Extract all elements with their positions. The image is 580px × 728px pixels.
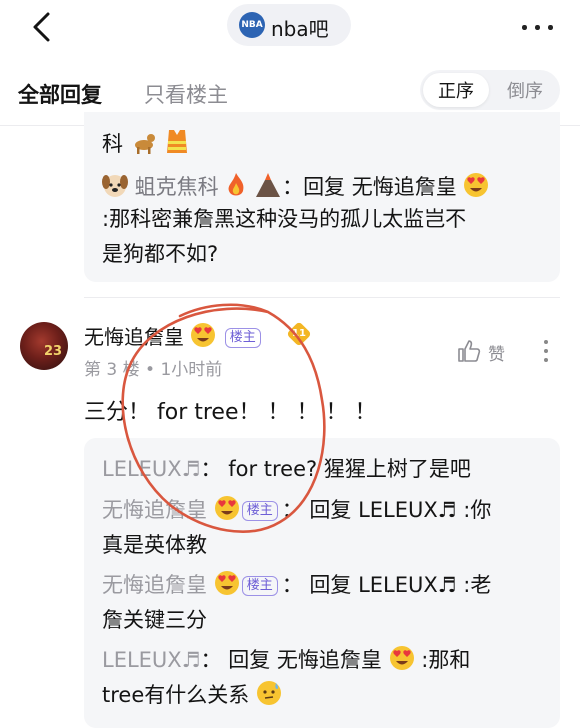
owner-badge: 楼主 bbox=[241, 576, 278, 596]
heart-eyes-emoji-icon bbox=[214, 571, 239, 595]
post-author[interactable]: 无悔追詹皇 楼主 bbox=[84, 321, 265, 350]
fire-emoji-icon bbox=[228, 173, 244, 196]
post-divider bbox=[84, 297, 560, 298]
reply-line[interactable]: 蛆克焦科 ：回复 无悔追詹皇 bbox=[102, 171, 489, 203]
forum-title-button[interactable]: NBA nba吧 bbox=[227, 4, 351, 46]
reply-text: 詹关键三分 bbox=[102, 608, 207, 632]
post-more-icon[interactable] bbox=[538, 338, 554, 364]
volcano-emoji-icon bbox=[256, 173, 281, 197]
tab-owner-only[interactable]: 只看楼主 bbox=[144, 79, 228, 109]
more-options-icon[interactable] bbox=[518, 14, 558, 40]
sub-reply[interactable]: LELEUX♬： 回复 无悔追詹皇 :那和 bbox=[102, 644, 470, 676]
reply-text: :那科密兼詹黑这种没马的孤儿太监岂不 bbox=[102, 207, 467, 231]
forum-title: nba吧 bbox=[271, 17, 329, 41]
reply-target[interactable]: LELEUX bbox=[358, 573, 438, 597]
level-badge: 11 bbox=[286, 321, 312, 347]
avatar[interactable]: 23 bbox=[20, 322, 68, 370]
owner-badge: 楼主 bbox=[241, 501, 278, 521]
reply-author[interactable]: 蛆克焦科 bbox=[135, 175, 219, 199]
tab-all-replies[interactable]: 全部回复 bbox=[18, 79, 102, 109]
sort-asc-button[interactable]: 正序 bbox=[423, 73, 489, 107]
sort-toggle: 正序 倒序 bbox=[420, 70, 560, 110]
back-arrow-icon[interactable] bbox=[26, 10, 60, 44]
sub-reply[interactable]: LELEUX♬： for tree? 猩猩上树了是吧 bbox=[102, 453, 471, 485]
like-button[interactable]: 赞 bbox=[456, 338, 508, 366]
post-content: 三分！ for tree！ ！ ！ ！ ！ bbox=[84, 400, 377, 425]
heart-eyes-emoji-icon bbox=[389, 646, 414, 670]
reply-author[interactable]: LELEUX bbox=[102, 457, 182, 481]
reply-target[interactable]: LELEUX bbox=[358, 498, 438, 522]
reply-target[interactable]: 无悔追詹皇 bbox=[352, 175, 457, 199]
reply-text: 真是英体教 bbox=[102, 533, 207, 557]
dog-emoji-icon bbox=[134, 134, 155, 154]
reply-fragment: 科 bbox=[102, 127, 190, 160]
like-label: 赞 bbox=[488, 345, 505, 365]
reply-text-line: tree有什么关系 bbox=[102, 679, 282, 711]
heart-eyes-emoji-icon bbox=[464, 173, 489, 197]
owner-badge: 楼主 bbox=[224, 328, 261, 348]
thinking-sweat-emoji-icon bbox=[256, 681, 281, 705]
reply-author[interactable]: LELEUX bbox=[102, 648, 182, 672]
dog-face-emoji-icon bbox=[102, 175, 128, 197]
reply-author[interactable]: 无悔追詹皇 bbox=[102, 573, 207, 597]
nba-logo-icon: NBA bbox=[239, 12, 265, 38]
reply-author[interactable]: 无悔追詹皇 bbox=[102, 498, 207, 522]
reply-target[interactable]: 无悔追詹皇 bbox=[277, 648, 382, 672]
heart-eyes-emoji-icon bbox=[214, 496, 239, 520]
sub-reply[interactable]: 无悔追詹皇 楼主： 回复 LELEUX♬ :老 bbox=[102, 569, 491, 601]
heart-eyes-emoji-icon bbox=[191, 323, 216, 347]
reply-text: 是狗都不如? bbox=[102, 242, 219, 266]
thumbs-up-icon bbox=[458, 340, 481, 362]
sub-reply[interactable]: 无悔追詹皇 楼主： 回复 LELEUX♬ :你 bbox=[102, 494, 491, 526]
top-bar: NBA nba吧 bbox=[0, 0, 580, 56]
safety-vest-emoji-icon bbox=[167, 130, 188, 153]
sort-desc-button[interactable]: 倒序 bbox=[492, 73, 558, 107]
post-meta: 第 3 楼 • 1小时前 bbox=[84, 360, 223, 380]
reply-text: for tree? 猩猩上树了是吧 bbox=[228, 457, 471, 481]
